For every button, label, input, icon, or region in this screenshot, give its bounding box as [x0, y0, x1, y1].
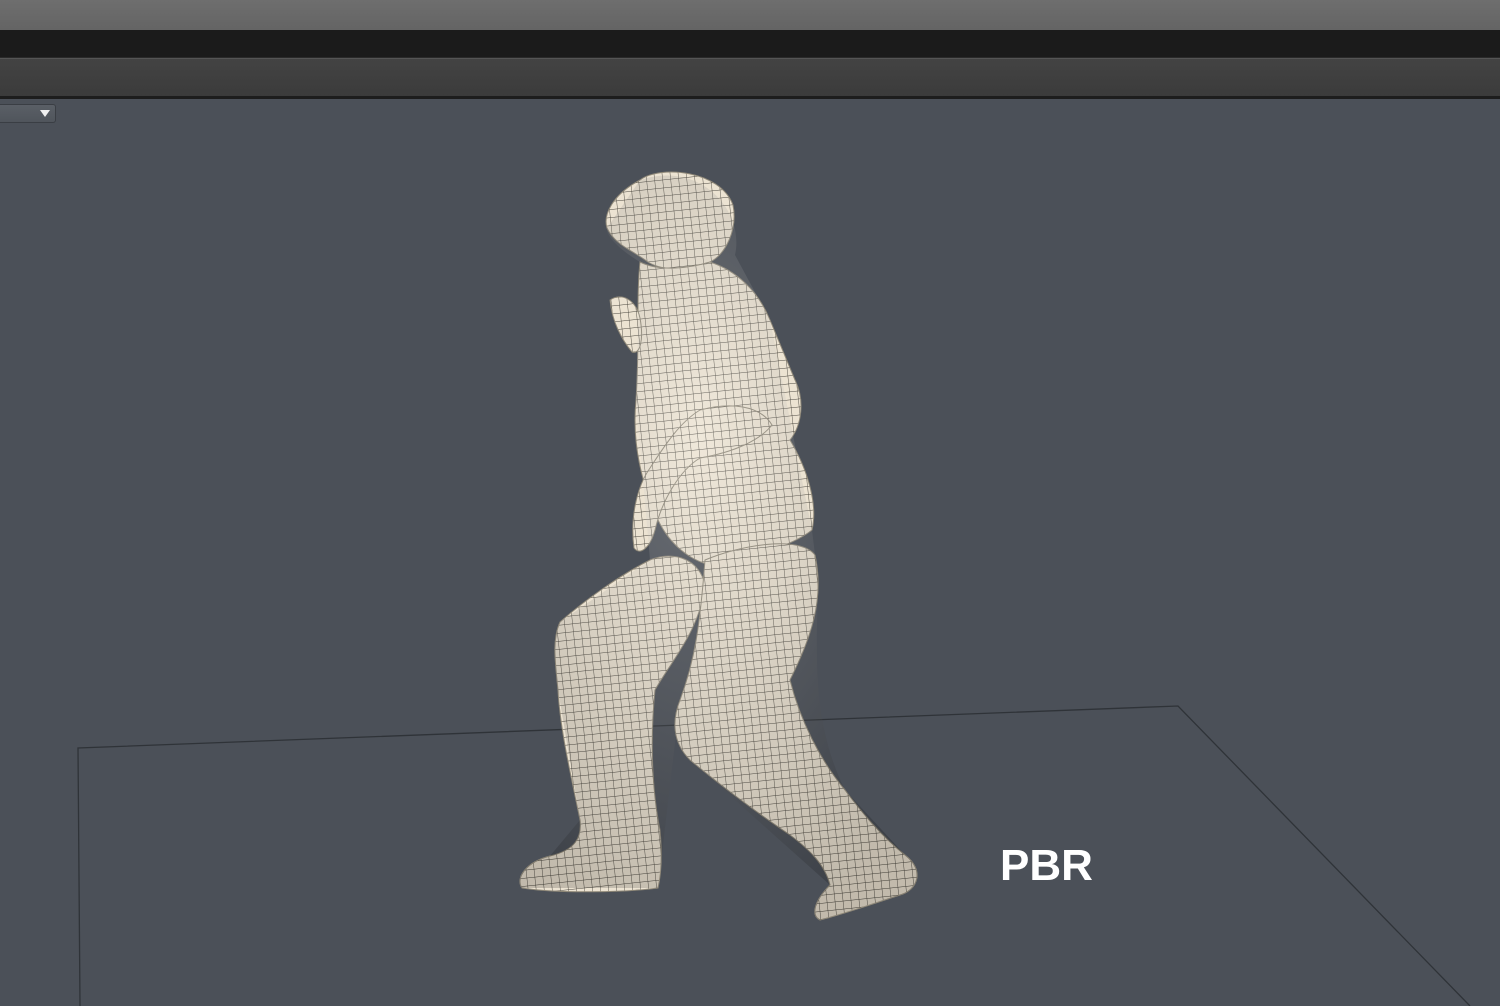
menu-bar: [0, 30, 1500, 58]
character-mesh[interactable]: [519, 171, 918, 921]
scene-canvas: [77, 171, 1471, 1006]
app-window: PBR: [0, 0, 1500, 1006]
chevron-down-icon: [40, 110, 50, 117]
title-bar: [0, 0, 1500, 30]
shading-mode-dropdown[interactable]: [0, 104, 56, 123]
render-mode-label: PBR: [1000, 841, 1093, 890]
3d-viewport[interactable]: PBR: [0, 99, 1500, 1006]
toolbar: [0, 58, 1500, 97]
